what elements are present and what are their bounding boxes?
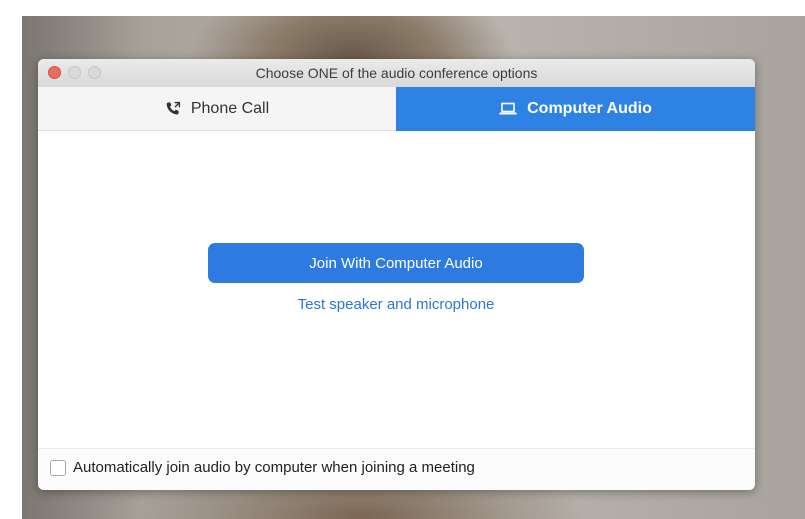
phone-icon — [165, 101, 181, 117]
audio-tabs: Phone Call Computer Audio — [38, 87, 755, 159]
auto-join-label[interactable]: Automatically join audio by computer whe… — [73, 459, 475, 476]
dialog-footer: Automatically join audio by computer whe… — [38, 448, 755, 490]
auto-join-checkbox[interactable] — [50, 460, 66, 476]
tab-phone-call[interactable]: Phone Call — [38, 87, 396, 131]
selected-tab-indicator — [566, 151, 582, 159]
screen: Choose ONE of the audio conference optio… — [0, 0, 805, 519]
title-bar: Choose ONE of the audio conference optio… — [38, 59, 755, 88]
tab-phone-call-label: Phone Call — [190, 99, 270, 117]
join-with-computer-audio-button[interactable]: Join With Computer Audio — [208, 243, 584, 283]
window-title: Choose ONE of the audio conference optio… — [255, 65, 538, 81]
laptop-icon — [499, 102, 517, 116]
audio-options-dialog: Choose ONE of the audio conference optio… — [38, 59, 755, 490]
tab-computer-audio-label: Computer Audio — [527, 100, 652, 117]
test-speaker-microphone-link[interactable]: Test speaker and microphone — [208, 296, 584, 313]
tab-computer-audio[interactable]: Computer Audio — [396, 87, 755, 131]
